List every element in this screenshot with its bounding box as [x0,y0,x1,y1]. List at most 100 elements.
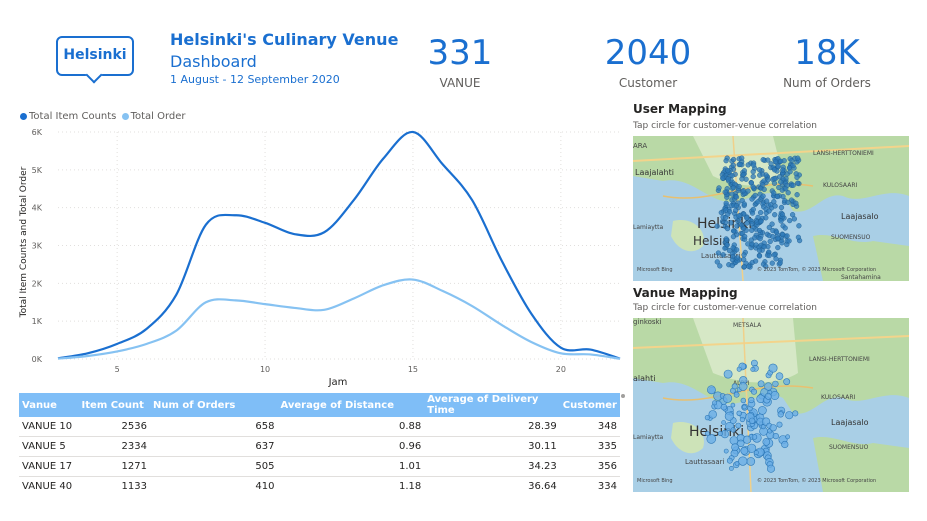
user-point[interactable] [733,207,739,214]
user-point[interactable] [733,194,740,200]
user-point[interactable] [771,252,777,258]
venue-point[interactable] [736,410,742,417]
user-point[interactable] [722,189,728,195]
user-point[interactable] [720,252,726,258]
user-point[interactable] [773,229,780,235]
col-header-item-count[interactable]: Item Count [79,393,150,417]
venue-point[interactable] [738,382,748,391]
table-row[interactable]: VANUE 17 1271 505 1.01 34.23 356 [19,457,620,477]
user-point[interactable] [729,262,735,269]
user-point[interactable] [730,234,737,240]
user-point[interactable] [772,203,778,209]
user-point[interactable] [718,209,724,216]
user-point[interactable] [719,218,726,225]
user-point[interactable] [725,167,731,174]
user-point[interactable] [749,227,755,233]
venue-point[interactable] [785,411,794,420]
user-point[interactable] [733,202,740,209]
user-point[interactable] [794,174,800,181]
user-point[interactable] [750,169,756,175]
user-point[interactable] [745,188,751,194]
venue-point[interactable] [705,431,710,436]
user-point[interactable] [775,244,781,251]
venue-point[interactable] [772,380,779,388]
user-point[interactable] [750,206,756,213]
user-point[interactable] [766,208,772,214]
user-point[interactable] [777,260,783,266]
user-point[interactable] [766,252,772,259]
venue-point[interactable] [740,397,747,404]
venue-point[interactable] [753,450,759,455]
venue-point[interactable] [733,391,740,398]
user-point[interactable] [740,188,747,194]
venue-point[interactable] [735,422,742,429]
venue-point[interactable] [758,406,767,415]
venue-point[interactable] [775,372,784,381]
venue-point[interactable] [764,382,773,391]
venue-table-container[interactable]: Vanue Item Count Num of Orders Average o… [19,393,620,493]
table-row[interactable]: VANUE 10 2536 658 0.88 28.39 348 [19,417,620,437]
user-point[interactable] [790,182,796,188]
user-point[interactable] [741,201,747,207]
user-point[interactable] [734,255,740,261]
venue-point[interactable] [785,434,790,440]
user-point[interactable] [784,233,790,239]
user-point[interactable] [775,235,781,241]
user-point[interactable] [780,231,786,238]
venue-point[interactable] [767,464,776,473]
user-point[interactable] [720,175,726,181]
user-point[interactable] [794,192,800,198]
col-header-num-orders[interactable]: Num of Orders [150,393,277,417]
user-point[interactable] [757,209,764,216]
user-point[interactable] [742,233,748,240]
venue-point[interactable] [730,402,736,408]
user-point[interactable] [724,242,730,248]
venue-point[interactable] [729,436,739,445]
user-point[interactable] [724,225,731,232]
user-point[interactable] [723,236,729,242]
venue-point[interactable] [726,457,733,464]
user-point[interactable] [745,162,751,168]
venue-point[interactable] [748,396,755,404]
user-point[interactable] [715,250,722,256]
user-point[interactable] [778,218,784,224]
user-point[interactable] [723,200,729,206]
venue-point[interactable] [750,366,756,372]
venue-point[interactable] [751,388,758,395]
user-point[interactable] [756,227,763,234]
user-point[interactable] [750,173,756,180]
venue-point[interactable] [729,465,734,471]
scrollbar-handle[interactable] [621,394,625,398]
venue-point[interactable] [768,363,778,373]
user-point[interactable] [765,157,771,163]
user-point[interactable] [749,221,755,227]
user-map[interactable]: ARA Laajalahti Helsinki Helsin Lauttasaa… [633,136,909,281]
venue-point[interactable] [708,410,717,419]
venue-point[interactable] [762,438,771,446]
venue-point[interactable] [722,393,733,403]
user-point[interactable] [791,216,798,222]
user-point[interactable] [736,213,742,219]
user-point[interactable] [787,217,793,224]
user-point[interactable] [744,215,750,221]
user-point[interactable] [777,174,783,180]
user-point[interactable] [757,236,763,242]
user-point[interactable] [771,175,777,182]
user-point[interactable] [737,161,743,168]
user-point[interactable] [740,225,747,232]
user-point[interactable] [748,237,754,243]
user-point[interactable] [736,183,742,190]
user-point[interactable] [757,172,763,178]
user-point[interactable] [768,202,774,208]
venue-point[interactable] [720,403,728,411]
venue-point[interactable] [723,369,733,379]
venue-point[interactable] [769,424,777,432]
user-point[interactable] [734,223,740,229]
col-header-avg-distance[interactable]: Average of Distance [277,393,424,417]
user-point[interactable] [716,185,722,191]
user-point[interactable] [725,176,731,182]
venue-point[interactable] [731,443,739,451]
col-header-customer[interactable]: Customer [560,393,620,417]
user-point[interactable] [786,238,792,244]
user-point[interactable] [795,180,801,186]
